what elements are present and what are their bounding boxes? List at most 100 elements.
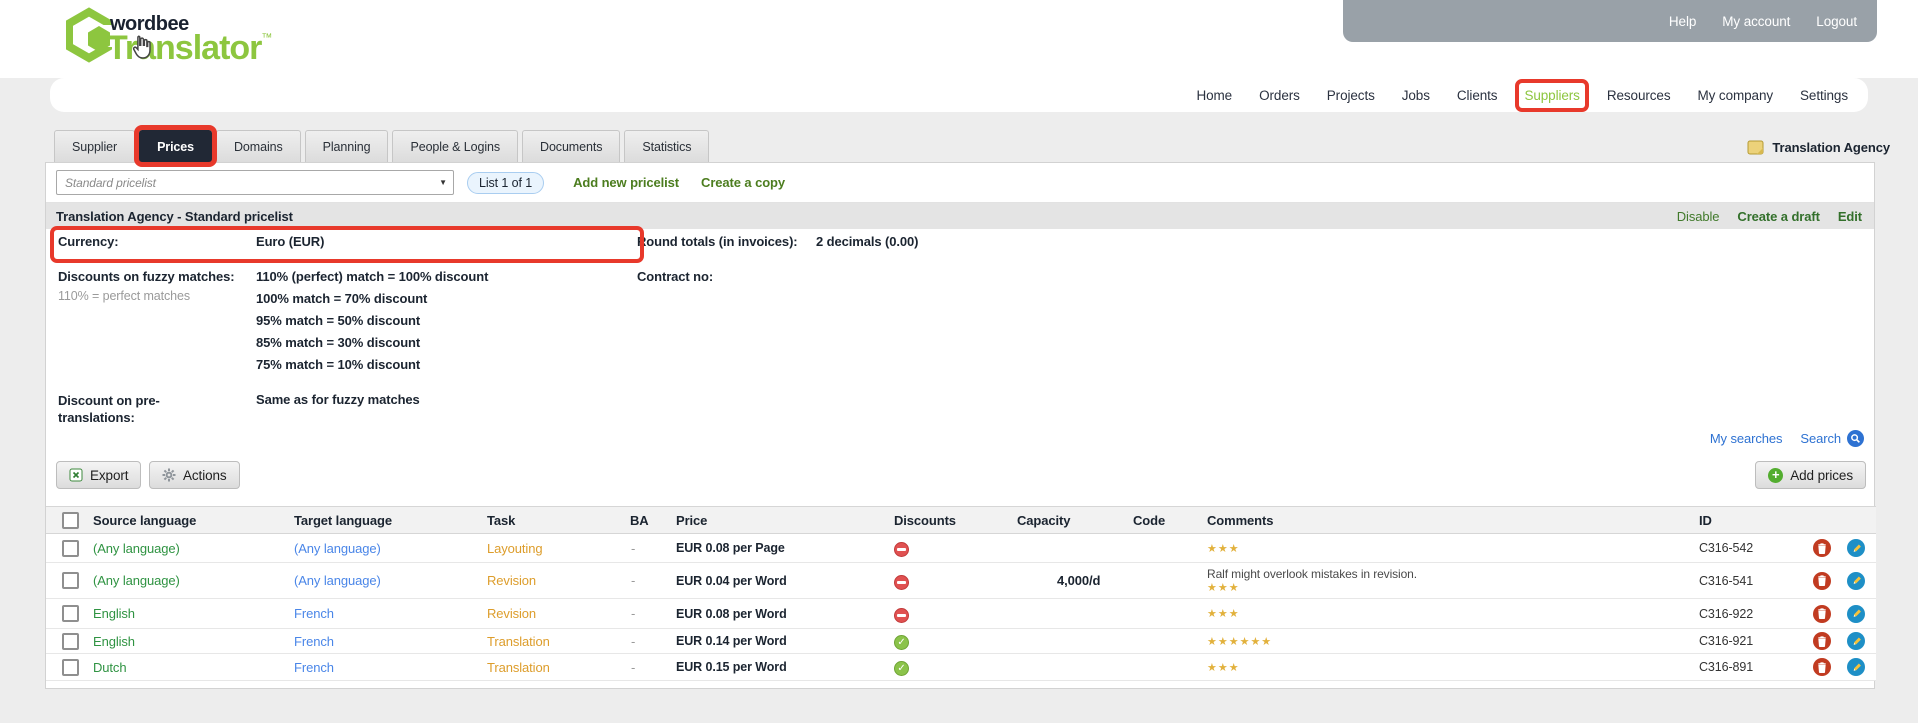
gear-icon [162,468,176,482]
my-searches-link[interactable]: My searches [1710,431,1783,446]
pricelist-actions: Disable Create a draft Edit [1677,209,1862,224]
prices-panel: Standard pricelist ▼ List 1 of 1 Add new… [45,162,1875,689]
nav-item-orders[interactable]: Orders [1259,88,1300,103]
target-language-link[interactable]: French [289,606,482,621]
tab-statistics[interactable]: Statistics [624,130,709,162]
disable-link[interactable]: Disable [1677,209,1720,224]
row-checkbox[interactable] [62,572,79,589]
search-link-label: Search [1800,431,1841,446]
currency-label: Currency: [58,234,119,249]
help-link[interactable]: Help [1669,14,1696,29]
tab-documents[interactable]: Documents [522,130,620,162]
delete-icon[interactable] [1813,572,1831,590]
nav-item-suppliers[interactable]: Suppliers [1524,88,1579,103]
pricelist-header-bar: Translation Agency - Standard pricelist … [46,203,1874,229]
comment-cell: ★★★ [1202,607,1694,620]
comment-text: Ralf might overlook mistakes in revision… [1207,568,1694,581]
context-company: Translation Agency [1747,140,1890,155]
main-nav: Home Orders Projects Jobs Clients Suppliers Re… [50,78,1868,112]
discount-cell: ✓ [889,633,1012,650]
company-name: Translation Agency [1772,140,1890,155]
delete-icon[interactable] [1813,539,1831,557]
source-language-link[interactable]: (Any language) [88,541,289,556]
discount-allowed-icon: ✓ [894,661,909,676]
star-rating: ★★★ [1207,542,1694,555]
task-link[interactable]: Translation [482,660,625,675]
nav-item-resources[interactable]: Resources [1607,88,1671,103]
tab-people-logins[interactable]: People & Logins [392,130,518,162]
logout-link[interactable]: Logout [1816,14,1857,29]
table-header-row: Source languageTarget languageTaskBAPric… [46,506,1876,534]
ba-value: - [625,573,671,588]
select-all-checkbox[interactable] [62,512,79,529]
pricelist-select[interactable]: Standard pricelist ▼ [56,170,454,195]
edit-icon[interactable] [1847,572,1865,590]
source-language-link[interactable]: (Any language) [88,573,289,588]
add-prices-button[interactable]: + Add prices [1755,461,1866,489]
header-cell-discounts: Discounts [889,513,1012,528]
row-checkbox[interactable] [62,633,79,650]
pricelist-details: Currency: Euro (EUR) Round totals (in in… [46,229,1874,505]
id-value: C316-921 [1694,634,1801,648]
target-language-link[interactable]: (Any language) [289,573,482,588]
star-rating: ★★★ [1207,661,1694,674]
id-value: C316-541 [1694,574,1801,588]
task-link[interactable]: Layouting [482,541,625,556]
source-language-link[interactable]: English [88,606,289,621]
target-language-link[interactable]: (Any language) [289,541,482,556]
tab-domains[interactable]: Domains [216,130,301,162]
row-actions [1801,605,1876,623]
export-button[interactable]: Export [56,461,141,489]
tab-supplier[interactable]: Supplier [54,130,135,162]
wordbee-logo[interactable]: wordbee Translator™ [66,7,326,73]
edit-icon[interactable] [1847,605,1865,623]
task-link[interactable]: Revision [482,606,625,621]
nav-item-projects[interactable]: Projects [1327,88,1375,103]
edit-icon[interactable] [1847,539,1865,557]
chevron-down-icon[interactable]: ▼ [439,178,447,187]
target-language-link[interactable]: French [289,660,482,675]
tab-planning[interactable]: Planning [305,130,389,162]
delete-icon[interactable] [1813,632,1831,650]
add-new-pricelist-link[interactable]: Add new pricelist [573,175,679,190]
excel-export-icon [69,468,83,482]
edit-icon[interactable] [1847,632,1865,650]
fuzzy-line-5: 75% match = 10% discount [256,357,488,379]
ba-value: - [625,660,671,675]
nav-item-my-company[interactable]: My company [1697,88,1773,103]
pre-translations-value: Same as for fuzzy matches [256,392,420,407]
my-account-link[interactable]: My account [1722,14,1790,29]
hexagon-logo-icon [66,7,112,71]
task-link[interactable]: Revision [482,573,625,588]
annotation-box-prices-tab [134,125,217,167]
row-actions [1801,572,1876,590]
row-checkbox[interactable] [62,540,79,557]
header-cell-ba: BA [625,513,671,528]
table-row: (Any language)(Any language)Revision-EUR… [46,563,1876,599]
ba-value: - [625,606,671,621]
nav-item-clients[interactable]: Clients [1457,88,1498,103]
nav-item-home[interactable]: Home [1196,88,1232,103]
task-link[interactable]: Translation [482,634,625,649]
edit-link[interactable]: Edit [1838,209,1862,224]
create-a-draft-link[interactable]: Create a draft [1737,209,1819,224]
source-language-link[interactable]: Dutch [88,660,289,675]
row-checkbox[interactable] [62,659,79,676]
comment-cell: ★★★ [1202,542,1694,555]
row-checkbox[interactable] [62,605,79,622]
delete-icon[interactable] [1813,605,1831,623]
target-language-link[interactable]: French [289,634,482,649]
delete-icon[interactable] [1813,658,1831,676]
header-cell-source-language: Source language [88,513,289,528]
header-cell-id: ID [1694,513,1801,528]
source-language-link[interactable]: English [88,634,289,649]
search-link[interactable]: Search [1800,430,1864,447]
tab-prices[interactable]: Prices [139,130,212,162]
create-a-copy-link[interactable]: Create a copy [701,175,785,190]
nav-item-jobs[interactable]: Jobs [1402,88,1430,103]
no-discount-icon [894,608,909,623]
actions-button[interactable]: Actions [149,461,240,489]
nav-item-settings[interactable]: Settings [1800,88,1848,103]
account-bar: Help My account Logout [1343,0,1877,42]
edit-icon[interactable] [1847,658,1865,676]
